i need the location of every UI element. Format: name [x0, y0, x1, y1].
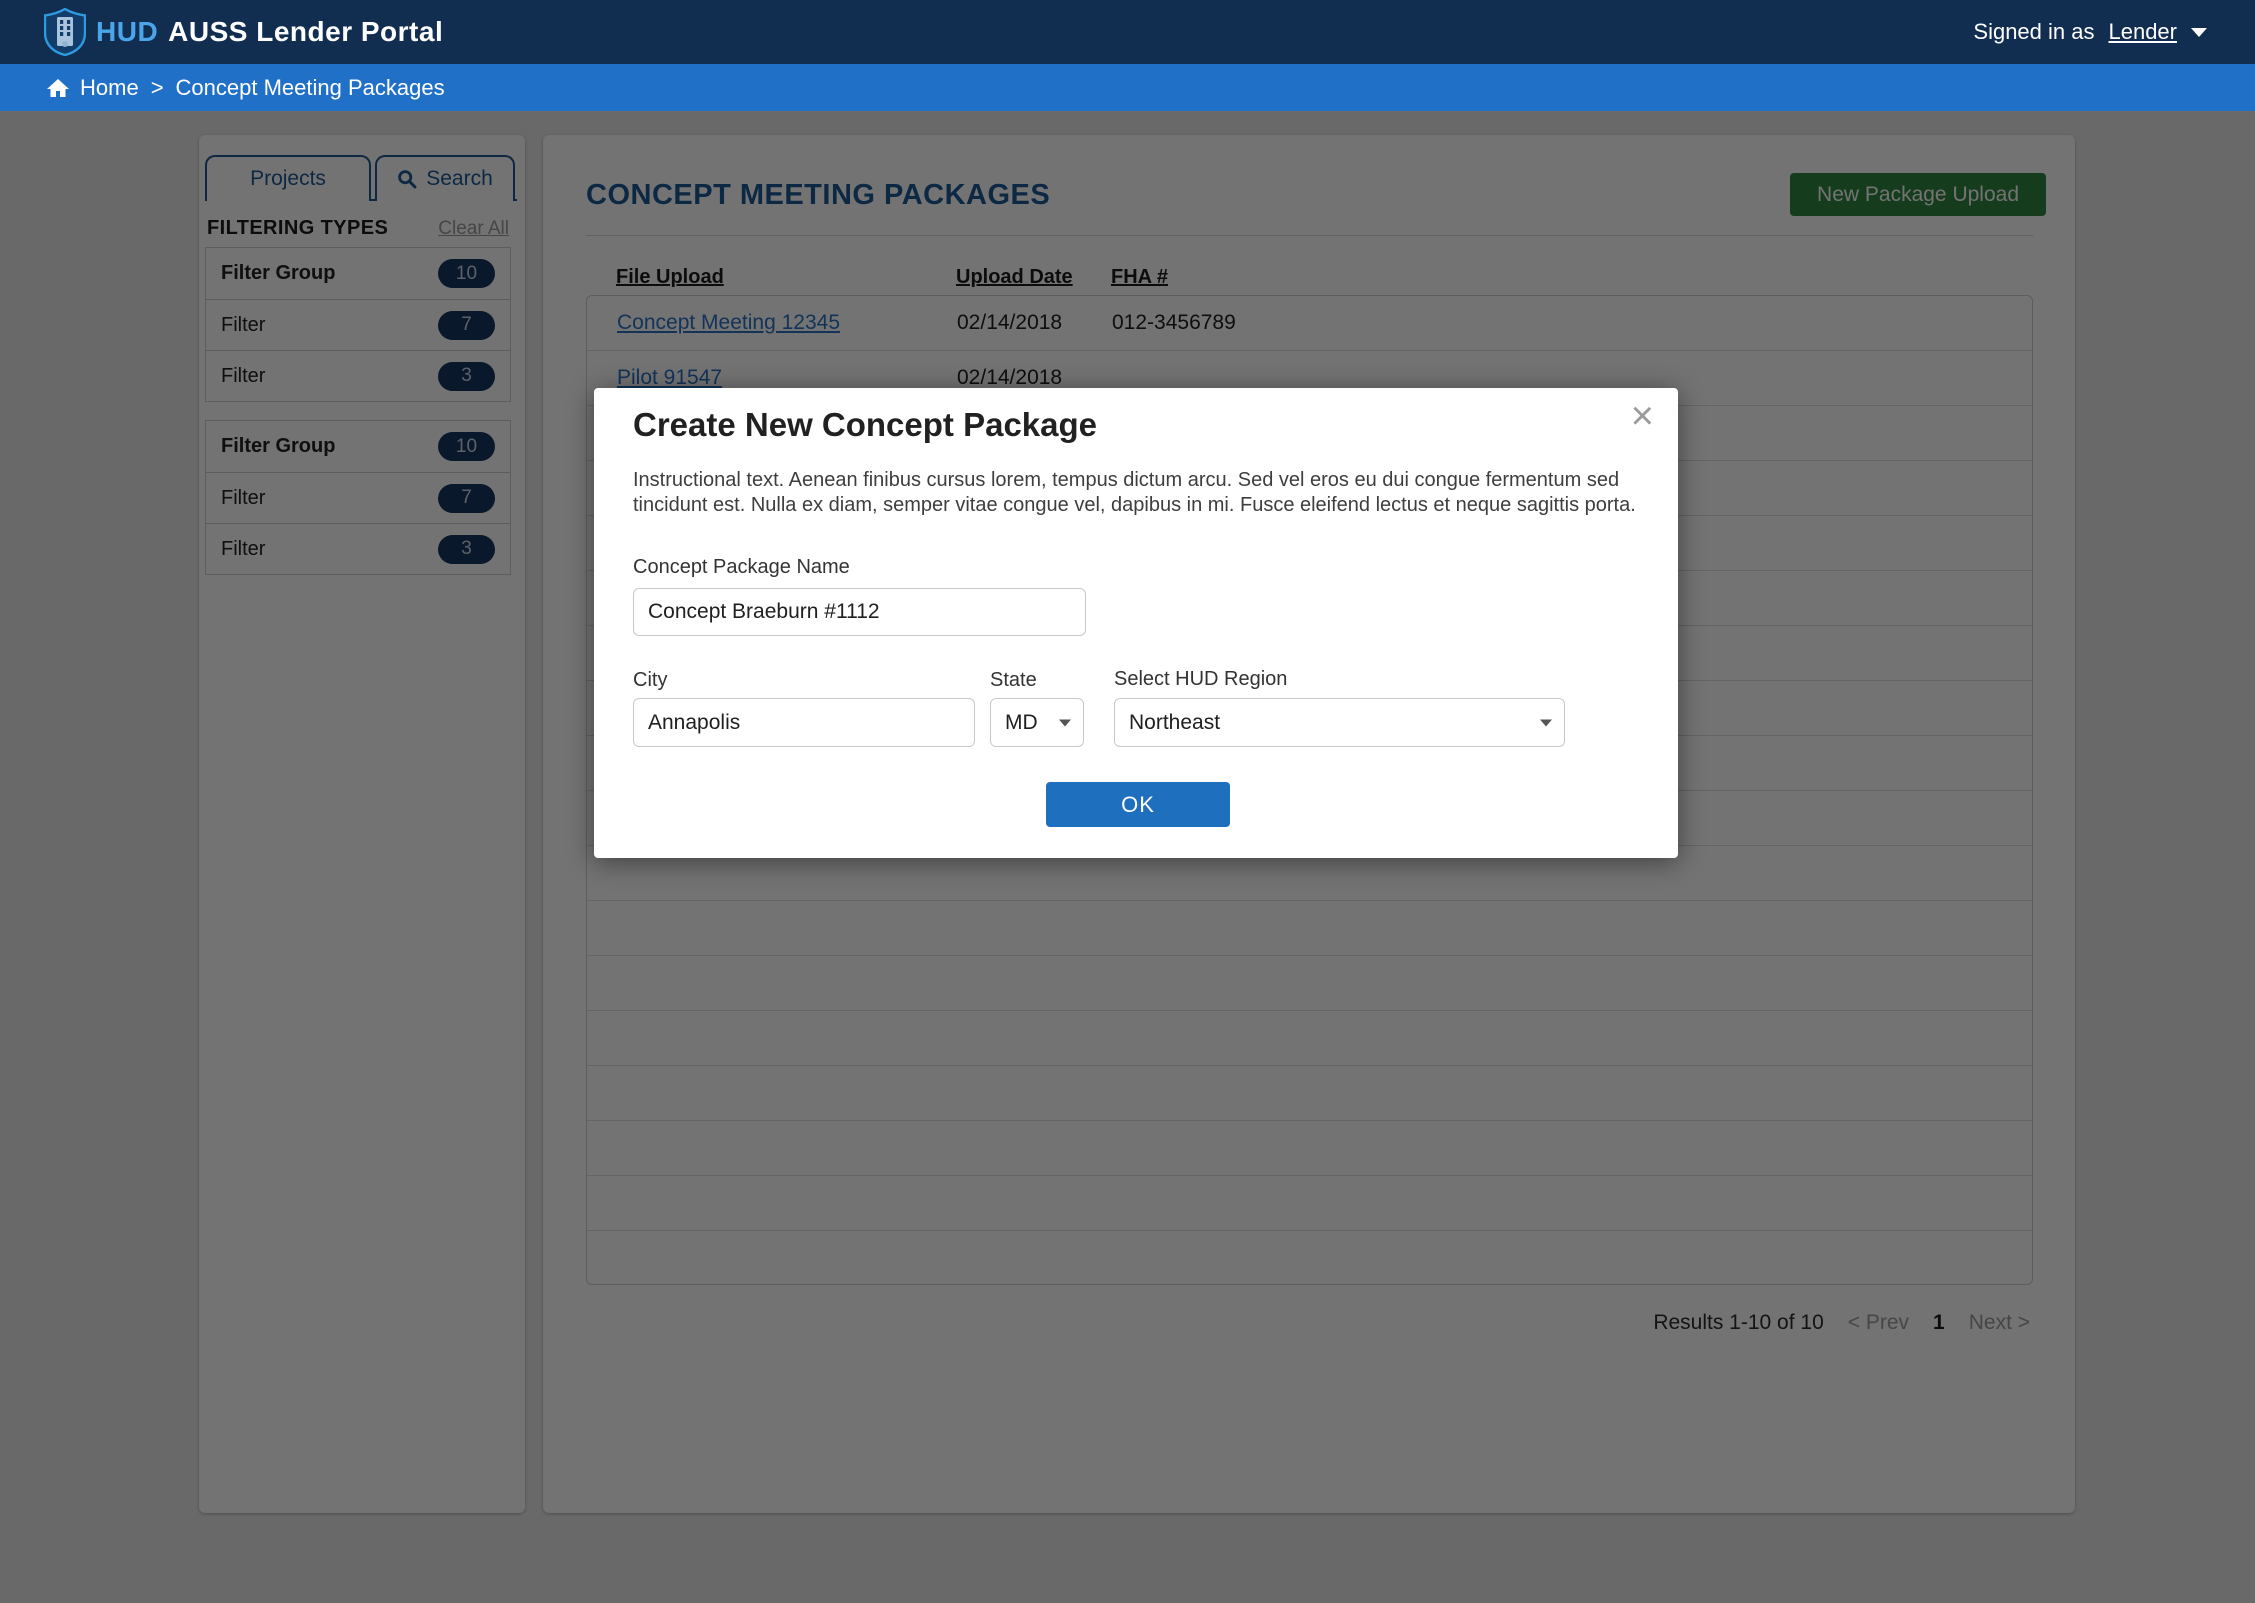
chevron-down-icon [1059, 719, 1071, 726]
brand: HUD AUSS Lender Portal [44, 8, 443, 56]
home-icon [46, 76, 70, 100]
package-name-field[interactable] [633, 588, 1086, 636]
hud-region-label: Select HUD Region [1114, 668, 1287, 691]
state-select[interactable]: MD [990, 698, 1084, 747]
close-icon[interactable]: × [1631, 396, 1654, 436]
brand-title: AUSS Lender Portal [168, 16, 443, 48]
hud-region-select[interactable]: Northeast [1114, 698, 1565, 747]
city-label: City [633, 669, 667, 692]
brand-hud: HUD [96, 16, 158, 48]
modal-instructions: Instructional text. Aenean finibus cursu… [633, 468, 1645, 520]
hud-shield-logo-icon [44, 8, 86, 56]
package-name-label: Concept Package Name [633, 556, 850, 579]
chevron-down-icon [2191, 28, 2207, 37]
state-label: State [990, 669, 1037, 692]
signed-in-user-link[interactable]: Lender [2108, 19, 2177, 45]
breadcrumb-home-link[interactable]: Home [80, 75, 139, 101]
ok-button[interactable]: OK [1046, 782, 1230, 827]
modal-title: Create New Concept Package [633, 406, 1097, 444]
breadcrumb-separator: > [151, 75, 164, 101]
signed-in-menu[interactable]: Signed in as Lender [1973, 19, 2207, 45]
create-package-modal: × Create New Concept Package Instruction… [594, 388, 1678, 858]
chevron-down-icon [1540, 719, 1552, 726]
app-header: HUD AUSS Lender Portal Signed in as Lend… [0, 0, 2255, 64]
breadcrumb: Home > Concept Meeting Packages [0, 64, 2255, 111]
app-root: HUD AUSS Lender Portal Signed in as Lend… [0, 0, 2255, 1603]
hud-region-select-value: Northeast [1129, 711, 1220, 735]
signed-in-prefix: Signed in as [1973, 19, 2094, 45]
state-select-value: MD [1005, 711, 1038, 735]
city-field[interactable] [633, 698, 975, 747]
breadcrumb-current: Concept Meeting Packages [176, 75, 445, 101]
